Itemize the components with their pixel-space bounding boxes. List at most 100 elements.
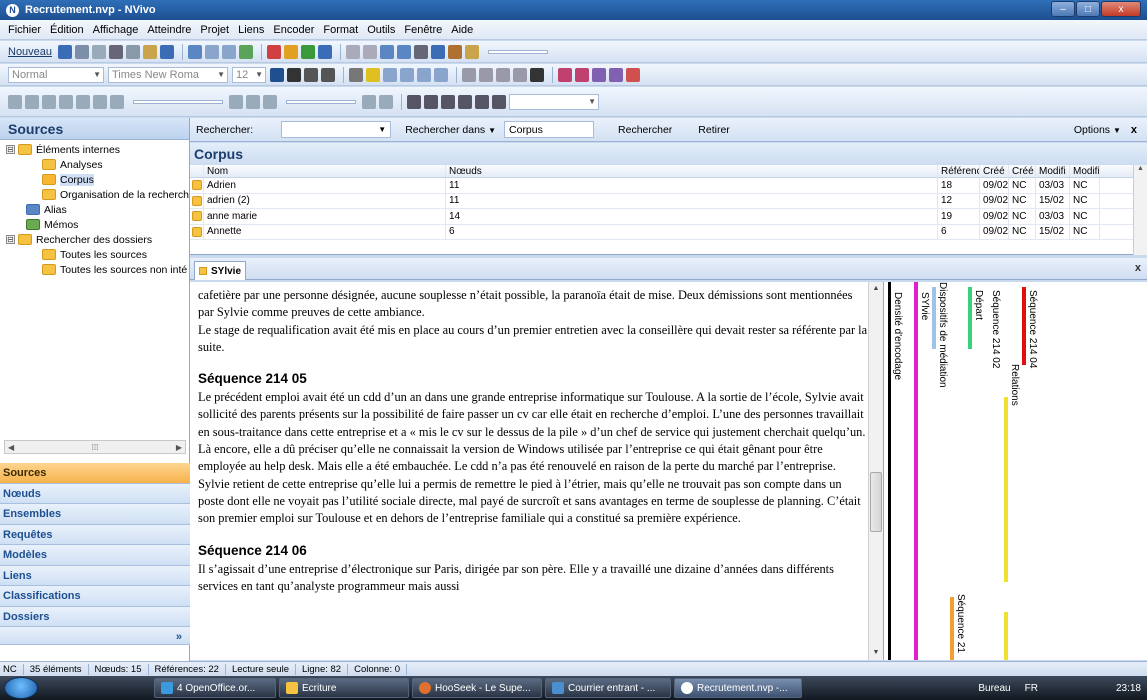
menu-aide[interactable]: Aide: [451, 24, 473, 36]
chart-icon[interactable]: [239, 44, 254, 59]
tree-item-memos[interactable]: Mémos: [0, 217, 189, 232]
task-recrutement[interactable]: Recrutement.nvp -...: [674, 678, 802, 698]
filter-icon[interactable]: [431, 44, 446, 59]
play-mode-icon[interactable]: [379, 94, 393, 109]
play-icon[interactable]: [8, 94, 22, 109]
menu-atteindre[interactable]: Atteindre: [147, 24, 191, 36]
tree-item-toutes-sources[interactable]: Toutes les sources: [0, 247, 189, 262]
uncode-icon[interactable]: [575, 67, 589, 82]
end-selection-icon[interactable]: [246, 94, 260, 109]
tray-icons[interactable]: [1048, 682, 1108, 694]
sort-icon[interactable]: [414, 44, 429, 59]
menu-fichier[interactable]: Fichier: [8, 24, 41, 36]
rewind-icon[interactable]: [59, 94, 73, 109]
bar-chart-icon[interactable]: [267, 44, 282, 59]
window-icon[interactable]: [346, 44, 361, 59]
tree-item-elements-internes[interactable]: ⊟ Éléments internes: [0, 142, 189, 157]
advanced-find-icon[interactable]: [397, 44, 412, 59]
italic-icon[interactable]: [304, 67, 318, 82]
copy-icon[interactable]: [126, 44, 141, 59]
menu-outils[interactable]: Outils: [367, 24, 395, 36]
stripe-densite[interactable]: [888, 282, 891, 660]
menu-format[interactable]: Format: [323, 24, 358, 36]
search-input[interactable]: ▼: [281, 121, 392, 138]
collapse-icon[interactable]: [222, 44, 237, 59]
align-center-icon[interactable]: [400, 67, 414, 82]
column-header-modifie-par[interactable]: Modifi: [1070, 165, 1100, 177]
skip-back-icon[interactable]: [42, 94, 56, 109]
list-scrollbar[interactable]: ▲: [1133, 165, 1147, 255]
font-select[interactable]: Times New Roma ▼: [108, 66, 228, 83]
undo-icon[interactable]: [160, 44, 175, 59]
start-button[interactable]: [4, 677, 38, 699]
stripe-relations[interactable]: [1004, 397, 1008, 582]
clear-button[interactable]: Retirer: [698, 124, 730, 136]
highlight-icon[interactable]: [366, 67, 380, 82]
language-indicator[interactable]: FR: [1025, 683, 1038, 694]
font-size-select[interactable]: 12 ▼: [232, 66, 266, 83]
globe-icon[interactable]: [318, 44, 333, 59]
table-row[interactable]: Annette 6 6 09/02 NC 15/02 NC: [190, 224, 1147, 240]
nav-requetes[interactable]: Requêtes: [0, 524, 190, 545]
collapse-expander[interactable]: ⊟: [6, 235, 15, 244]
close-button[interactable]: x: [1101, 1, 1141, 17]
table-icon[interactable]: [424, 94, 438, 109]
zoom-slider[interactable]: [488, 49, 549, 54]
annotate-icon[interactable]: [592, 67, 606, 82]
stripe-depart[interactable]: [968, 287, 972, 349]
line-color-icon[interactable]: [349, 67, 363, 82]
clock[interactable]: 23:18: [1116, 683, 1141, 694]
nav-modeles[interactable]: Modèles: [0, 545, 190, 566]
detail-view-icon[interactable]: [205, 44, 220, 59]
delete-column-icon[interactable]: [475, 94, 489, 109]
tree-item-analyses[interactable]: Analyses: [0, 157, 189, 172]
fast-forward-icon[interactable]: [76, 94, 90, 109]
tree-item-alias[interactable]: Alias: [0, 202, 189, 217]
scroll-right-icon[interactable]: ▶: [176, 443, 182, 452]
zoom-icon[interactable]: [465, 44, 480, 59]
volume-icon[interactable]: [110, 94, 124, 109]
menu-encoder[interactable]: Encoder: [273, 24, 314, 36]
column-header-nom[interactable]: Nom: [204, 165, 446, 177]
indent-icon[interactable]: [479, 67, 493, 82]
close-find-bar-icon[interactable]: x: [1131, 124, 1137, 136]
task-openoffice[interactable]: 4 OpenOffice.or...: [154, 678, 276, 698]
binoculars-icon[interactable]: [530, 67, 544, 82]
merge-icon[interactable]: [492, 94, 506, 109]
skip-forward-icon[interactable]: [93, 94, 107, 109]
options-dropdown[interactable]: Options ▼: [1074, 124, 1121, 136]
properties-icon[interactable]: [448, 44, 463, 59]
save-icon[interactable]: [58, 44, 73, 59]
search-in-dropdown[interactable]: Rechercher dans ▼: [405, 124, 496, 136]
menu-fenetre[interactable]: Fenêtre: [404, 24, 442, 36]
nav-sources[interactable]: Sources: [0, 463, 190, 484]
tree-item-sources-non-integrees[interactable]: Toutes les sources non inté: [0, 262, 189, 277]
stop-icon[interactable]: [25, 94, 39, 109]
document-text[interactable]: cafetière par une personne désignée, auc…: [198, 287, 868, 595]
cut-icon[interactable]: [109, 44, 124, 59]
menu-edition[interactable]: Édition: [50, 24, 84, 36]
speed-slider[interactable]: [286, 99, 356, 104]
find-icon[interactable]: [380, 44, 395, 59]
column-header-cree-le[interactable]: Créé l: [980, 165, 1009, 177]
spell-icon[interactable]: [626, 67, 640, 82]
search-in-field[interactable]: Corpus: [504, 121, 595, 138]
stripe-relations-2[interactable]: [1004, 612, 1008, 660]
query-icon[interactable]: [301, 44, 316, 59]
column-select[interactable]: ▼: [509, 93, 599, 110]
outdent-icon[interactable]: [462, 67, 476, 82]
stripe-seq2x[interactable]: [950, 597, 954, 660]
column-header-noeuds[interactable]: Nœuds: [446, 165, 938, 177]
insert-row-icon[interactable]: [362, 94, 376, 109]
nav-liens[interactable]: Liens: [0, 565, 190, 586]
horizontal-scrollbar[interactable]: ◀ ⁞⁞⁞ ▶: [4, 440, 186, 454]
tab-sylvie[interactable]: SYlvie: [194, 261, 246, 280]
document-scrollbar[interactable]: ▲ ▼: [868, 282, 883, 660]
stripe-dispositifs[interactable]: [932, 287, 936, 349]
close-tab-icon[interactable]: x: [1135, 262, 1141, 274]
tree-item-corpus[interactable]: Corpus: [0, 172, 189, 187]
document-view[interactable]: cafetière par une personne désignée, auc…: [190, 282, 884, 660]
align-left-icon[interactable]: [383, 67, 397, 82]
list-view-icon[interactable]: [188, 44, 203, 59]
underline-icon[interactable]: [321, 67, 335, 82]
